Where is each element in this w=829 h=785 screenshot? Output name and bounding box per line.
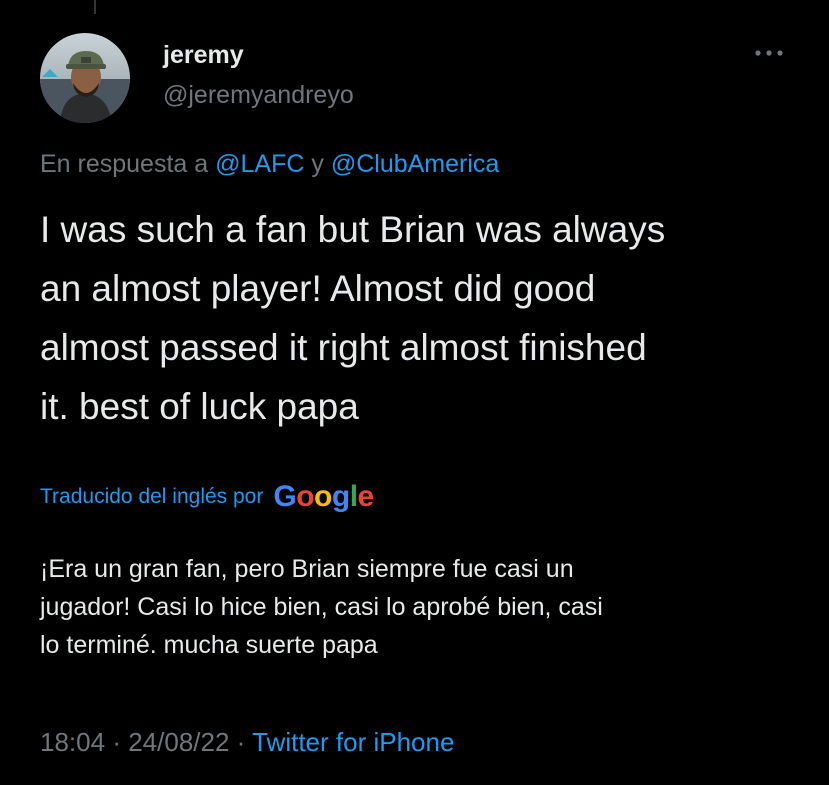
reply-prefix: En respuesta a xyxy=(40,150,209,178)
more-horizontal-icon xyxy=(755,50,783,56)
meta-separator: · xyxy=(112,727,121,757)
thread-connector-line xyxy=(94,0,96,14)
tweet-text-line: an almost player! Almost did good xyxy=(40,268,596,309)
author-display-name[interactable]: jeremy xyxy=(163,40,244,70)
more-options-button[interactable] xyxy=(745,38,793,68)
tweet-metadata: 18:04 · 24/08/22 · Twitter for iPhone xyxy=(40,725,454,759)
translated-text: ¡Era un gran fan, pero Brian siempre fue… xyxy=(40,550,800,664)
google-letter: o xyxy=(296,480,315,513)
mention-clubamerica[interactable]: @ClubAmerica xyxy=(331,150,499,178)
tweet-text-line: I was such a fan but Brian was always xyxy=(40,209,666,250)
tweet-text-line: it. best of luck papa xyxy=(40,386,359,427)
google-letter: l xyxy=(349,480,358,513)
avatar[interactable] xyxy=(40,33,130,123)
mention-lafc[interactable]: @LAFC xyxy=(215,150,304,178)
tweet-source-link[interactable]: Twitter for iPhone xyxy=(252,727,454,757)
author-handle[interactable]: @jeremyandreyo xyxy=(163,80,354,110)
tweet-text-line: almost passed it right almost finished xyxy=(40,327,647,368)
tweet-date[interactable]: 24/08/22 xyxy=(128,727,229,757)
reply-conjunction: y xyxy=(311,150,324,178)
google-letter: o xyxy=(314,480,332,513)
google-letter: G xyxy=(273,480,297,513)
translated-text-line: lo terminé. mucha suerte papa xyxy=(40,631,378,659)
google-letter: g xyxy=(331,480,350,513)
translation-attribution: Traducido del inglés por Google xyxy=(40,480,374,514)
google-logo: Google xyxy=(273,480,375,514)
google-letter: e xyxy=(357,480,375,513)
translated-by-link[interactable]: Traducido del inglés por xyxy=(40,485,263,509)
tweet-time[interactable]: 18:04 xyxy=(40,727,105,757)
tweet-text: I was such a fan but Brian was always an… xyxy=(40,200,800,436)
avatar-photo xyxy=(40,33,130,123)
translated-text-line: ¡Era un gran fan, pero Brian siempre fue… xyxy=(40,555,574,583)
translated-text-line: jugador! Casi lo hice bien, casi lo apro… xyxy=(40,593,603,621)
reply-context: En respuesta a @LAFC y @ClubAmerica xyxy=(40,148,499,180)
meta-separator: · xyxy=(236,727,246,757)
